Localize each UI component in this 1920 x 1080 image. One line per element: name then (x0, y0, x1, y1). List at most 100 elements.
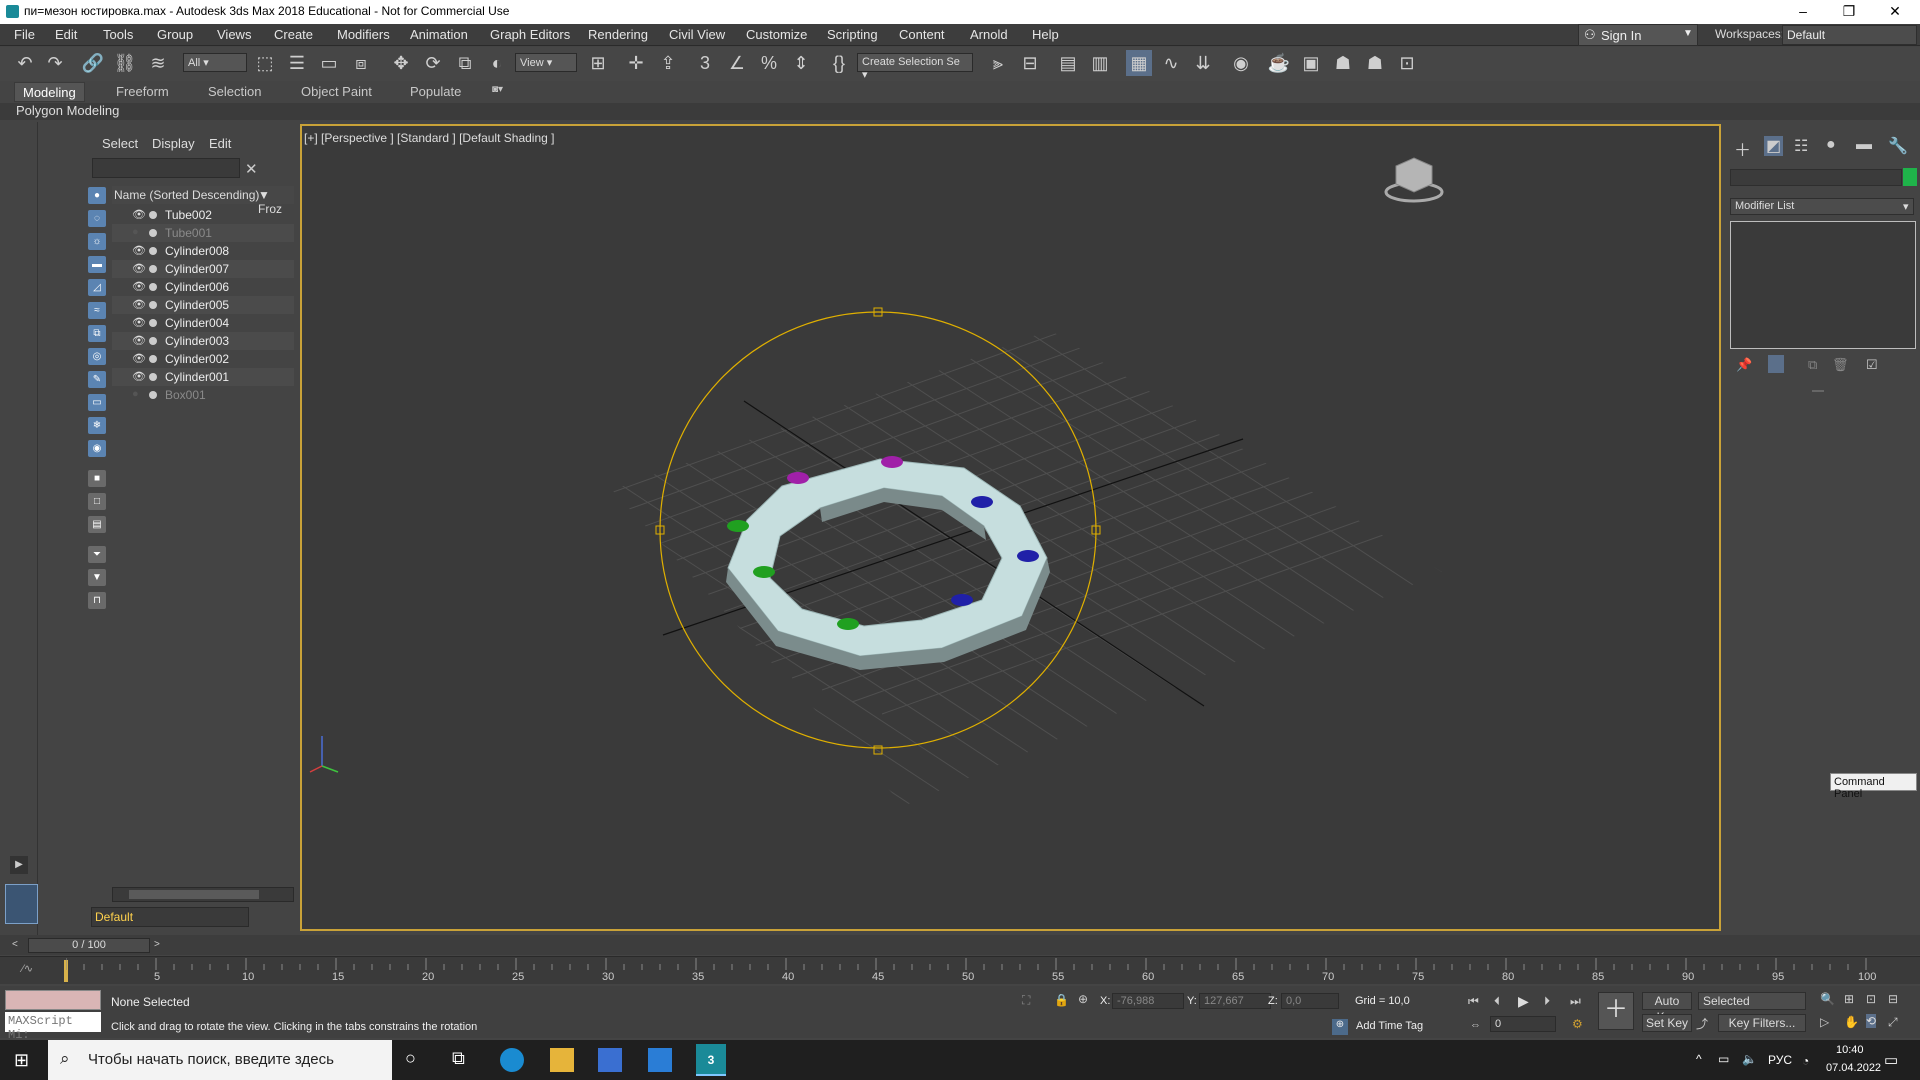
pivot-center-icon[interactable]: ⊞ (585, 50, 611, 76)
menu-arnold[interactable]: Arnold (970, 27, 1008, 42)
schematic-view-icon[interactable]: ⇊ (1190, 50, 1216, 76)
mirror-icon[interactable]: ⫸ (985, 50, 1011, 76)
display-xrefs-icon[interactable]: ◎ (88, 348, 106, 365)
list-item[interactable]: 👁 Cylinder006 (112, 278, 294, 296)
eye-hidden-icon[interactable]: ● (132, 226, 139, 238)
display-shapes-icon[interactable]: ◌ (88, 210, 106, 227)
curve-editor-mini-icon[interactable]: ⁄∿ (22, 962, 33, 975)
eye-icon[interactable]: 👁 (132, 298, 146, 311)
tray-overflow-icon[interactable]: ^ (1696, 1052, 1702, 1066)
render-setup-icon[interactable]: ☕ (1266, 50, 1292, 76)
menu-edit[interactable]: Edit (55, 27, 77, 42)
set-key-button[interactable]: Set Key (1642, 1014, 1692, 1032)
eye-icon[interactable]: 👁 (132, 280, 146, 293)
clear-search-icon[interactable]: ✕ (245, 160, 258, 178)
restore-button[interactable]: ❐ (1826, 0, 1872, 24)
list-item[interactable]: ● Box001 (112, 386, 294, 404)
eye-icon[interactable]: 👁 (132, 262, 146, 275)
ref-coord-dropdown[interactable]: View ▾ (515, 53, 577, 72)
maximize-viewport-icon[interactable]: ⤢ (1888, 1015, 1898, 1030)
render-cloud-icon[interactable]: ⊡ (1394, 50, 1420, 76)
modify-tab-icon[interactable]: ◩ (1764, 136, 1784, 156)
expand-layouts-icon[interactable]: ▶ (10, 856, 28, 874)
display-helpers-icon[interactable]: ◿ (88, 279, 106, 296)
eye-icon[interactable]: 👁 (132, 208, 146, 221)
eye-icon[interactable]: 👁 (132, 334, 146, 347)
selection-filter-dropdown[interactable]: All ▾ (183, 53, 247, 72)
list-item[interactable]: 👁 Cylinder003 (112, 332, 294, 350)
display-lights-icon[interactable]: ☼ (88, 233, 106, 250)
add-time-tag-icon[interactable]: ⊕ (1332, 1019, 1348, 1035)
list-item[interactable]: 👁 Cylinder005 (112, 296, 294, 314)
field-of-view-icon[interactable]: ▷ (1820, 1015, 1829, 1029)
layer-dropdown[interactable]: Default (91, 907, 249, 927)
slider-prev-icon[interactable]: < (12, 939, 18, 950)
menu-rendering[interactable]: Rendering (588, 27, 648, 42)
notifications-icon[interactable]: ▭ (1884, 1051, 1898, 1069)
display-spacewarps-icon[interactable]: ≈ (88, 302, 106, 319)
remove-modifier-icon[interactable]: 🗑 (1832, 357, 1849, 373)
menu-group[interactable]: Group (157, 27, 193, 42)
current-frame-field[interactable]: 0 (1490, 1016, 1556, 1032)
x-coordinate-field[interactable]: -76,988 (1112, 993, 1184, 1009)
window-crossing-icon[interactable]: ⧈ (348, 50, 374, 76)
column-name-header[interactable]: Name (Sorted Descending) (114, 188, 259, 202)
explorer-search-input[interactable] (92, 158, 240, 178)
object-color-swatch[interactable] (1903, 168, 1917, 186)
ribbon-panel-label[interactable]: Polygon Modeling (16, 103, 119, 118)
display-groups-icon[interactable]: ⧉ (88, 325, 106, 342)
named-selection-set-dropdown[interactable]: Create Selection Se ▾ (857, 53, 973, 81)
toggle-ribbon-icon[interactable]: ▥ (1087, 50, 1113, 76)
rendered-frame-window-icon[interactable]: ▣ (1298, 50, 1324, 76)
hierarchy-tab-icon[interactable]: ☷ (1794, 136, 1808, 156)
redo-icon[interactable]: ↷ (42, 50, 68, 76)
link-icon[interactable]: 🔗 (80, 50, 106, 76)
menu-graph-editors[interactable]: Graph Editors (490, 27, 570, 42)
menu-scripting[interactable]: Scripting (827, 27, 878, 42)
select-by-name-icon[interactable]: ☰ (284, 50, 310, 76)
list-item[interactable]: 👁 Cylinder002 (112, 350, 294, 368)
orbit-icon[interactable]: ⟲ (1866, 1014, 1877, 1028)
undo-icon[interactable]: ↶ (12, 50, 38, 76)
sign-in-dropdown[interactable]: ⚇ Sign In ▼ (1578, 24, 1698, 46)
explorer-tab-edit[interactable]: Edit (209, 136, 231, 151)
rect-selection-icon[interactable]: ▭ (316, 50, 342, 76)
task-view-icon[interactable]: ⧉ (452, 1048, 465, 1069)
windows-start-icon[interactable]: ⊞ (14, 1050, 29, 1071)
render-production-icon[interactable]: ☗ (1330, 50, 1356, 76)
explorer-list-header[interactable]: Name (Sorted Descending) ▼ Froz (112, 186, 294, 216)
zoom-extents-all-icon[interactable]: ⊟ (1888, 992, 1898, 1006)
volume-icon[interactable]: 🔈 (1742, 1052, 1757, 1066)
menu-create[interactable]: Create (274, 27, 313, 42)
menu-modifiers[interactable]: Modifiers (337, 27, 390, 42)
maxscript-listener-output[interactable] (5, 990, 101, 1010)
list-item[interactable]: 👁 Tube002 (112, 206, 294, 224)
list-item[interactable]: 👁 Cylinder004 (112, 314, 294, 332)
zoom-extents-icon[interactable]: ⊡ (1866, 992, 1876, 1006)
menu-views[interactable]: Views (217, 27, 251, 42)
minimize-button[interactable]: – (1780, 0, 1826, 24)
viewcube-icon[interactable] (1384, 157, 1444, 203)
menu-content[interactable]: Content (899, 27, 945, 42)
show-end-result-icon[interactable] (1768, 355, 1784, 373)
eye-icon[interactable]: 👁 (132, 352, 146, 365)
absolute-mode-icon[interactable]: ⊕ (1078, 992, 1088, 1006)
display-frozen-icon[interactable]: ❄ (88, 417, 106, 434)
make-unique-icon[interactable]: ⧉ (1808, 357, 1817, 373)
menu-civil-view[interactable]: Civil View (669, 27, 725, 42)
angle-snap-icon[interactable]: ∠ (724, 50, 750, 76)
list-item[interactable]: 👁 Cylinder001 (112, 368, 294, 386)
explorer-horizontal-scrollbar[interactable] (112, 887, 294, 902)
menu-customize[interactable]: Customize (746, 27, 807, 42)
z-coordinate-field[interactable]: 0,0 (1281, 993, 1339, 1009)
display-all-icon[interactable]: ■ (88, 470, 106, 487)
funnel-icon[interactable]: ▼ (88, 569, 106, 586)
object-name-input[interactable] (1730, 169, 1902, 186)
create-tab-icon[interactable]: ＋ (1734, 136, 1751, 161)
language-status-icon[interactable]: ◔ (1802, 1054, 1809, 1068)
perspective-viewport[interactable] (300, 124, 1721, 931)
snaps-toggle-icon[interactable]: 3 (692, 50, 718, 76)
ribbon-tab-populate[interactable]: Populate (402, 82, 469, 102)
goto-start-icon[interactable]: ⏮ (1468, 994, 1479, 1009)
input-language[interactable]: РУС (1768, 1053, 1792, 1067)
